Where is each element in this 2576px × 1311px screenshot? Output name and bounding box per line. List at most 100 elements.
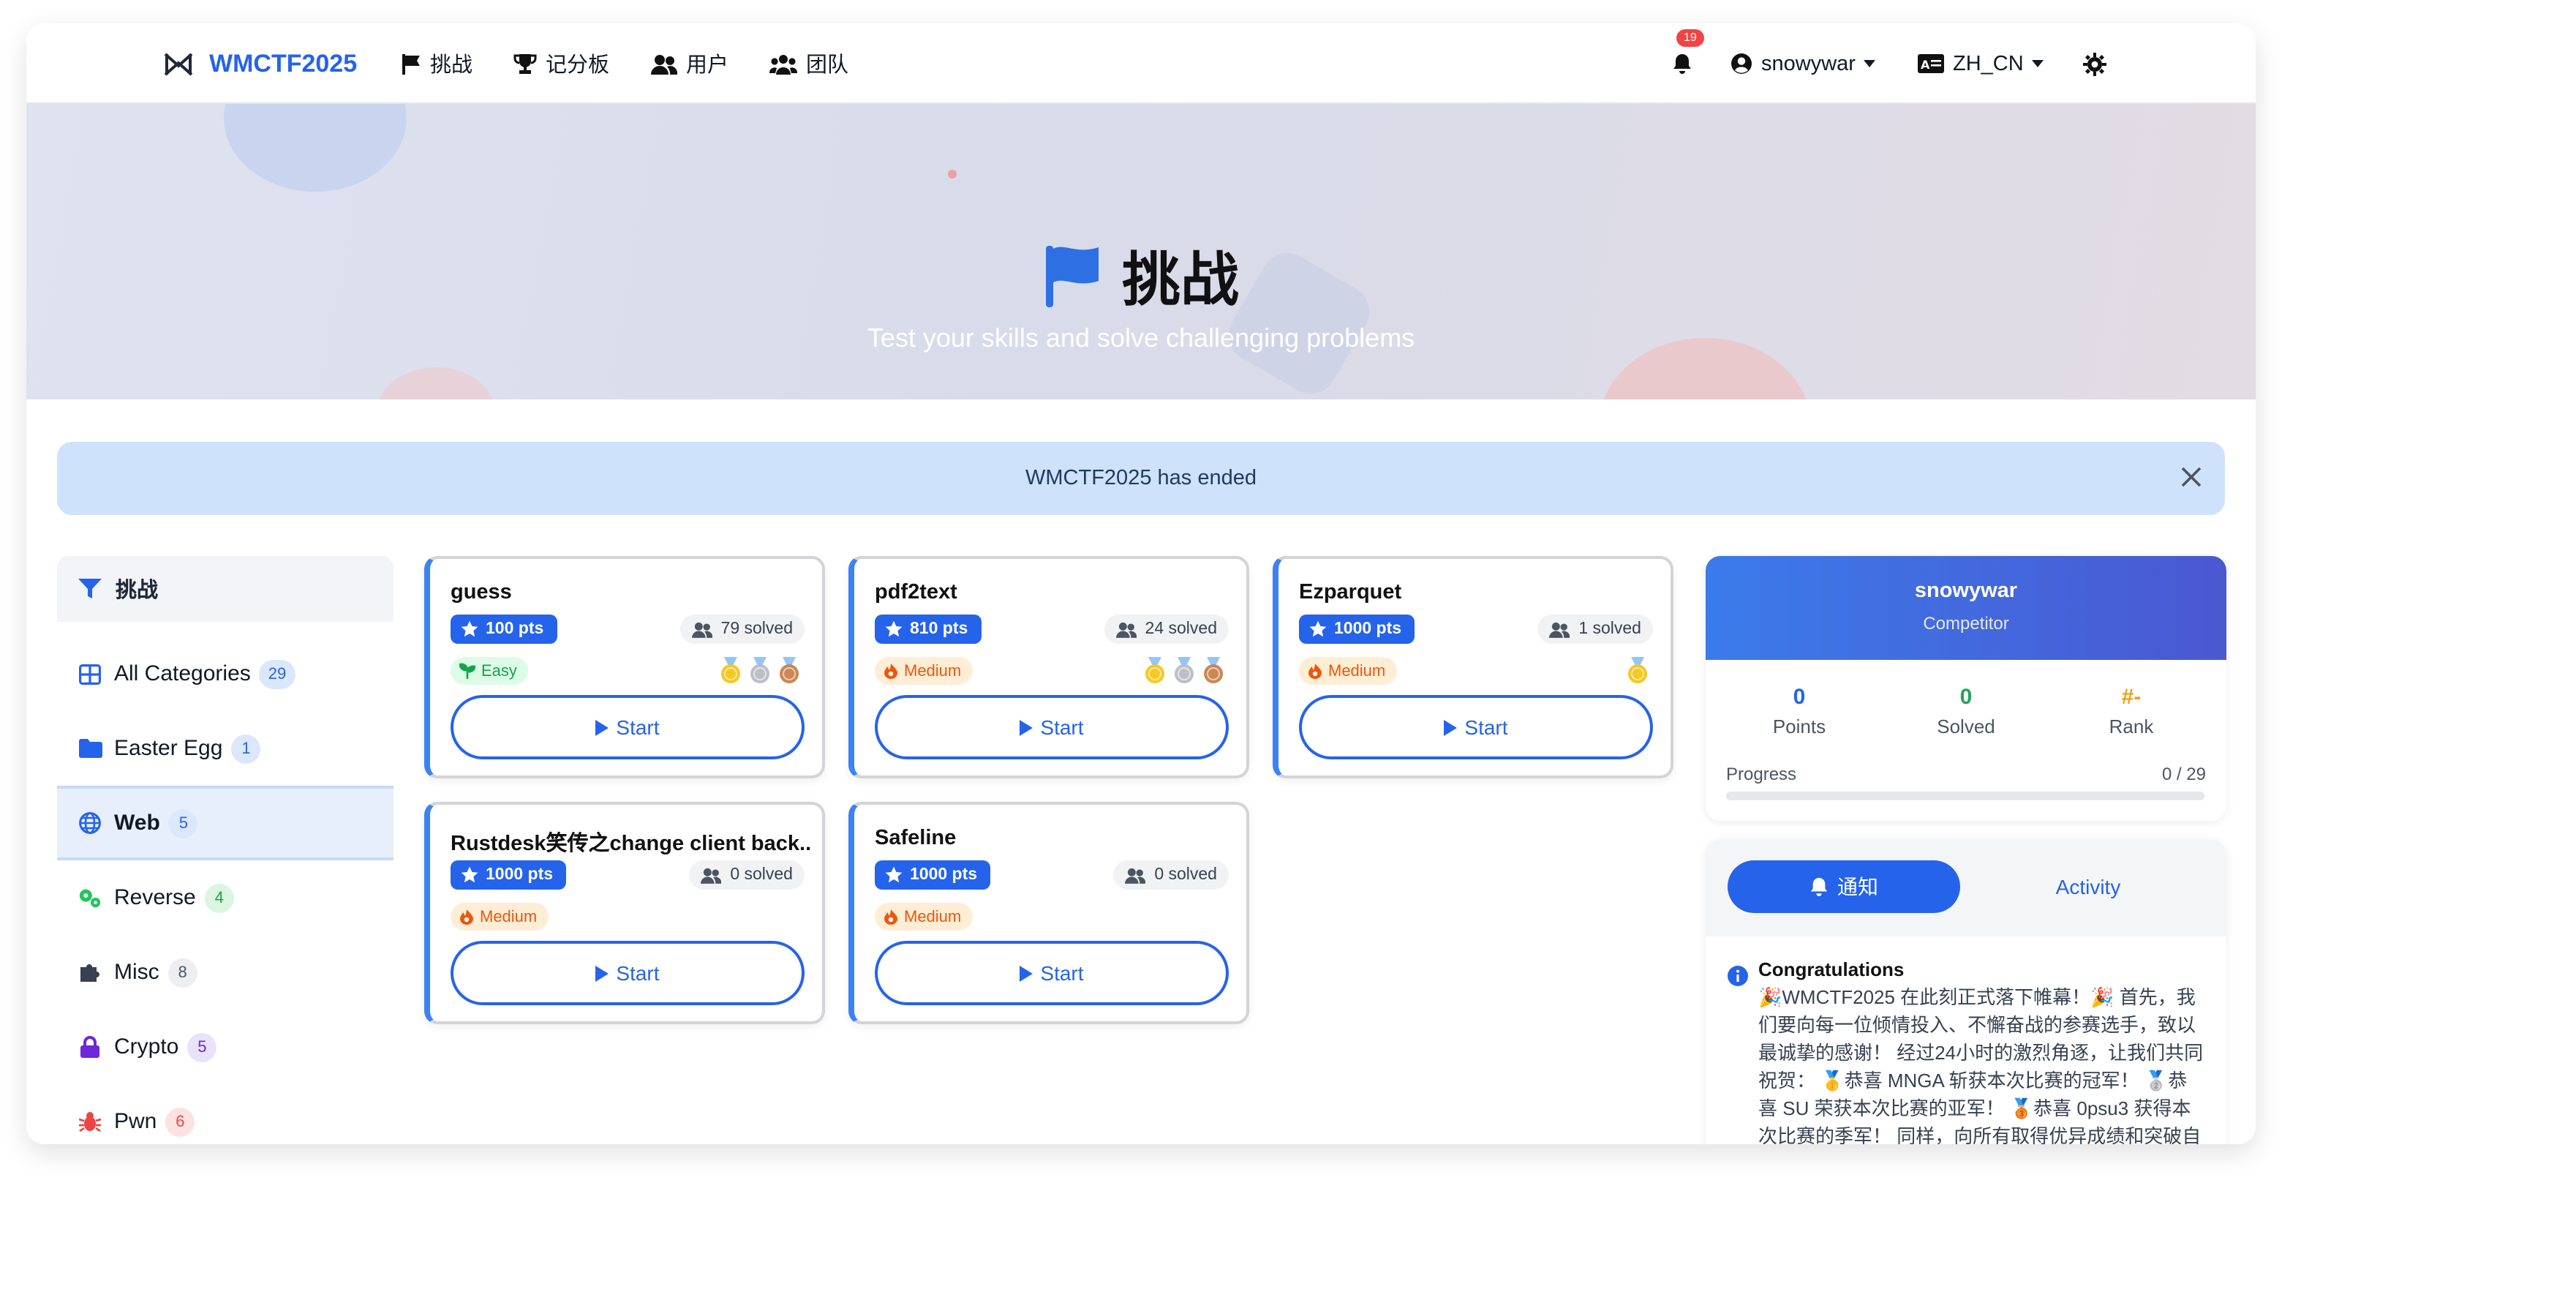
category-count-badge: 8 <box>167 958 197 987</box>
challenge-card[interactable]: Rustdesk笑传之change client back... 1000 pt… <box>424 802 825 1024</box>
flag-icon <box>1046 246 1099 307</box>
notice-title: Congratulations <box>1758 958 1905 980</box>
team-icon <box>769 54 797 74</box>
hero-decoration <box>224 104 407 192</box>
sidebar-item-reverse[interactable]: Reverse 4 <box>57 860 393 935</box>
solved-count: 0 solved <box>1154 866 1217 884</box>
start-label: Start <box>1040 715 1084 739</box>
profile-role: Competitor <box>1923 613 2009 634</box>
start-challenge-button[interactable]: Start <box>875 695 1229 759</box>
fire-icon <box>884 664 897 679</box>
notifications-button[interactable]: 19 <box>1672 23 1704 104</box>
challenge-title: pdf2text <box>875 581 957 604</box>
points-badge: 1000 pts <box>1299 615 1415 644</box>
folder-icon <box>78 739 102 758</box>
sidebar-item-pwn[interactable]: Pwn 6 <box>57 1084 393 1144</box>
nav-users[interactable]: 用户 <box>651 23 728 104</box>
nav-challenges-label: 挑战 <box>430 54 472 78</box>
start-challenge-button[interactable]: Start <box>451 941 805 1005</box>
nav-scoreboard[interactable]: 记分板 <box>513 23 609 104</box>
challenge-title: guess <box>451 581 512 604</box>
fire-icon <box>884 909 897 925</box>
stat-solved-label: Solved <box>1937 715 1995 737</box>
challenge-card[interactable]: Safeline 1000 pts 0 solved Medium Start <box>848 802 1249 1024</box>
language-label: ZH_CN <box>1953 52 2024 75</box>
user-menu-dropdown[interactable]: snowywar <box>1730 23 1876 104</box>
svg-text:A: A <box>1921 58 1930 72</box>
fire-icon <box>460 909 473 925</box>
points-badge: 100 pts <box>451 615 557 644</box>
username-label: snowywar <box>1761 52 1856 75</box>
bell-icon <box>1810 877 1828 896</box>
sidebar-item-web[interactable]: Web 5 <box>57 786 393 860</box>
info-icon <box>1728 966 1748 986</box>
tab-activity[interactable]: Activity <box>1972 860 2204 913</box>
theme-toggle-button[interactable] <box>2083 23 2115 104</box>
notification-count-badge: 19 <box>1676 29 1704 47</box>
bell-icon <box>1673 54 1691 74</box>
challenge-card[interactable]: guess 100 pts 79 solved Easy Start <box>424 556 825 778</box>
sidebar-item-all-categories[interactable]: All Categories 29 <box>57 636 393 711</box>
start-challenge-button[interactable]: Start <box>451 695 805 759</box>
solved-count-badge: 0 solved <box>1113 860 1229 890</box>
nav-challenges[interactable]: 挑战 <box>402 23 472 104</box>
brand-link[interactable]: WMCTF2025 <box>162 23 357 104</box>
sidebar-item-easter-egg[interactable]: Easter Egg 1 <box>57 711 393 786</box>
challenge-title: Rustdesk笑传之change client back... <box>451 833 810 856</box>
points-badge: 810 pts <box>875 615 982 644</box>
bronze-medal-icon <box>777 656 802 685</box>
start-challenge-button[interactable]: Start <box>1299 695 1653 759</box>
tab-activity-label: Activity <box>2055 875 2121 898</box>
difficulty-label: Medium <box>480 908 538 925</box>
stat-points-label: Points <box>1772 715 1826 737</box>
language-dropdown[interactable]: A ZH_CN <box>1918 23 2044 104</box>
difficulty-badge: Medium <box>1299 657 1398 685</box>
sidebar-item-label: Web <box>114 811 160 835</box>
star-icon <box>461 866 478 883</box>
progress-value: 0 / 29 <box>2161 764 2206 784</box>
trophy-icon <box>513 54 537 74</box>
sidebar-item-label: All Categories <box>114 661 251 686</box>
hero-decoration <box>377 367 494 399</box>
difficulty-badge: Medium <box>875 657 973 685</box>
sidebar-item-label: Misc <box>114 960 159 985</box>
notice-body: 🎉WMCTF2025 在此刻正式落下帷幕！🎉 首先，我们要向每一位倾情投入、不懈… <box>1758 986 2204 1144</box>
lock-icon <box>78 1036 102 1058</box>
tab-notifications[interactable]: 通知 <box>1728 860 1960 913</box>
difficulty-label: Medium <box>904 662 962 680</box>
profile-card: snowywar Competitor 0 Points 0 Solved #-… <box>1706 556 2226 821</box>
play-icon <box>1020 965 1033 981</box>
difficulty-label: Medium <box>1328 662 1386 680</box>
points-value: 1000 pts <box>1334 620 1402 638</box>
solved-count: 24 solved <box>1145 620 1217 638</box>
challenge-title: Safeline <box>875 827 957 850</box>
start-label: Start <box>1040 961 1084 985</box>
challenge-card[interactable]: Ezparquet 1000 pts 1 solved Medium Start <box>1273 556 1673 778</box>
grid-icon <box>78 664 102 684</box>
solved-count-badge: 24 solved <box>1104 615 1229 644</box>
first-blood-medals <box>1625 656 1650 685</box>
challenge-card[interactable]: pdf2text 810 pts 24 solved Medium Start <box>848 556 1249 778</box>
nav-teams[interactable]: 团队 <box>769 23 848 104</box>
logo-icon <box>164 52 193 75</box>
close-icon[interactable] <box>2178 464 2204 490</box>
theme-gear-icon <box>2083 52 2106 75</box>
sidebar-item-misc[interactable]: Misc 8 <box>57 935 393 1010</box>
play-icon <box>1444 719 1458 735</box>
difficulty-label: Medium <box>904 908 962 925</box>
language-icon: A <box>1918 54 1944 73</box>
play-icon <box>1020 719 1033 735</box>
sidebar-item-crypto[interactable]: Crypto 5 <box>57 1010 393 1084</box>
gold-medal-icon <box>1625 656 1650 685</box>
difficulty-badge: Easy <box>451 657 529 685</box>
chevron-down-icon <box>1864 60 1876 67</box>
page-title: 挑战 <box>26 233 2256 318</box>
sidebar-header-label: 挑战 <box>116 579 158 603</box>
brand-name: WMCTF2025 <box>209 49 358 77</box>
sidebar-item-label: Crypto <box>114 1034 179 1059</box>
start-label: Start <box>616 715 660 739</box>
globe-icon <box>78 812 102 834</box>
start-challenge-button[interactable]: Start <box>875 941 1229 1005</box>
browser-window: WMCTF2025 挑战 记分板 用户 团队 19 snowywar A ZH_… <box>26 23 2256 1144</box>
progress-bar <box>1726 792 2204 800</box>
